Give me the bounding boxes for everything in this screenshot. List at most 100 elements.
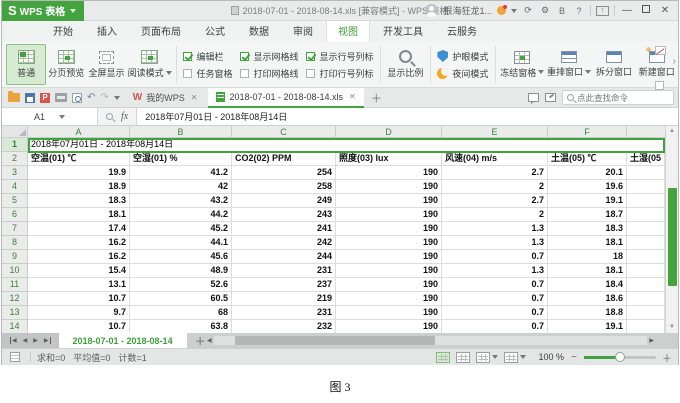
- column-header[interactable]: D: [336, 126, 442, 138]
- row-header[interactable]: 8: [2, 236, 28, 250]
- tray-upload-icon[interactable]: ↑: [596, 6, 609, 16]
- tab-insert[interactable]: 插入: [86, 20, 128, 42]
- scroll-up-icon[interactable]: ▲: [669, 126, 675, 136]
- cell[interactable]: 2: [442, 180, 548, 194]
- maximize-button[interactable]: [639, 5, 653, 16]
- cell[interactable]: 15.4: [28, 264, 130, 278]
- column-header[interactable]: B: [130, 126, 232, 138]
- cell[interactable]: 空湿(01) %: [130, 152, 232, 166]
- cell[interactable]: 0.7: [442, 278, 548, 292]
- cell[interactable]: [627, 166, 665, 180]
- open-folder-icon[interactable]: [8, 93, 20, 102]
- cell[interactable]: [627, 320, 665, 333]
- cell[interactable]: 68: [130, 306, 232, 320]
- close-icon[interactable]: ✕: [191, 93, 198, 102]
- help-icon[interactable]: ?: [573, 6, 585, 16]
- cell[interactable]: 43.2: [130, 194, 232, 208]
- cell[interactable]: 18.7: [548, 208, 627, 222]
- user-name[interactable]: 恨海狂龙1...: [443, 4, 492, 17]
- cell[interactable]: 190: [336, 306, 442, 320]
- tab-page-layout[interactable]: 页面布局: [130, 20, 192, 42]
- scroll-left-icon[interactable]: ◀: [207, 337, 212, 344]
- cell[interactable]: 18.3: [28, 194, 130, 208]
- h-scroll-thumb[interactable]: [235, 336, 435, 345]
- tab-formulas[interactable]: 公式: [194, 20, 236, 42]
- column-header[interactable]: E: [442, 126, 548, 138]
- cell[interactable]: 243: [232, 208, 336, 222]
- view-page-break-button[interactable]: [456, 352, 470, 363]
- checkbox-show-gridlines[interactable]: 显示网格线: [240, 50, 298, 63]
- checkbox-show-headings[interactable]: 显示行号列标: [306, 50, 373, 63]
- cell[interactable]: 空温(01) ℃: [28, 152, 130, 166]
- formula-input[interactable]: 2018年07月01日 - 2018年08月14日: [137, 108, 678, 125]
- minimize-button[interactable]: —: [620, 5, 634, 16]
- cell[interactable]: 18.9: [28, 180, 130, 194]
- cell[interactable]: [627, 264, 665, 278]
- cell[interactable]: 19.9: [28, 166, 130, 180]
- tab-document[interactable]: 2018-07-01 - 2018-08-14.xls ✕: [208, 88, 363, 108]
- column-header-partial[interactable]: [627, 126, 665, 138]
- cell[interactable]: 242: [232, 236, 336, 250]
- row-header[interactable]: 3: [2, 166, 28, 180]
- cell[interactable]: 45.6: [130, 250, 232, 264]
- app-logo[interactable]: S WPS 表格: [2, 1, 84, 21]
- cell[interactable]: 190: [336, 264, 442, 278]
- cell[interactable]: 190: [336, 166, 442, 180]
- cell[interactable]: 18.4: [548, 278, 627, 292]
- tab-dev-tools[interactable]: 开发工具: [372, 20, 434, 42]
- row-header[interactable]: 12: [2, 292, 28, 306]
- export-pdf-icon[interactable]: P: [40, 93, 50, 103]
- eye-protection-button[interactable]: 护眼模式: [437, 50, 488, 63]
- cell[interactable]: 土温(05) ℃: [548, 152, 627, 166]
- last-sheet-icon[interactable]: ▶: [44, 337, 51, 344]
- title-cell[interactable]: 2018年07月01日 - 2018年08月14日: [28, 138, 665, 152]
- row-header[interactable]: 13: [2, 306, 28, 320]
- cell[interactable]: 41.2: [130, 166, 232, 180]
- split-window-button[interactable]: 拆分窗口: [593, 44, 636, 85]
- cell[interactable]: 0.7: [442, 320, 548, 333]
- cell[interactable]: 0.7: [442, 306, 548, 320]
- cell[interactable]: 10.7: [28, 320, 130, 333]
- column-header[interactable]: F: [548, 126, 627, 138]
- cell[interactable]: 0.7: [442, 292, 548, 306]
- cell[interactable]: 2.7: [442, 194, 548, 208]
- checkbox-print-gridlines[interactable]: 打印网格线: [240, 67, 298, 80]
- cell[interactable]: 土湿(05: [627, 152, 665, 166]
- cell[interactable]: 10.7: [28, 292, 130, 306]
- cell[interactable]: 232: [232, 320, 336, 333]
- cell[interactable]: 0.7: [442, 250, 548, 264]
- vertical-scrollbar[interactable]: ▲ ▼: [665, 126, 678, 333]
- cell[interactable]: 19.1: [548, 320, 627, 333]
- search-function-icon[interactable]: [106, 113, 113, 120]
- cell[interactable]: 244: [232, 250, 336, 264]
- tab-start[interactable]: 开始: [42, 20, 84, 42]
- redo-icon[interactable]: ↷: [100, 93, 108, 103]
- first-sheet-icon[interactable]: ◀: [10, 337, 17, 344]
- laser-pointer-icon[interactable]: [655, 46, 666, 55]
- row-header[interactable]: 5: [2, 194, 28, 208]
- print-icon[interactable]: [55, 93, 67, 102]
- checkbox-formula-bar[interactable]: 编辑栏: [183, 50, 232, 63]
- row-header[interactable]: 6: [2, 208, 28, 222]
- scroll-right-icon[interactable]: ▶: [649, 337, 654, 344]
- command-search[interactable]: [562, 90, 674, 105]
- avatar[interactable]: [425, 4, 438, 17]
- cell[interactable]: 190: [336, 194, 442, 208]
- cell[interactable]: 18.8: [548, 306, 627, 320]
- arrange-windows-button[interactable]: 重排窗口: [545, 44, 593, 85]
- sync-icon[interactable]: ⟳: [522, 5, 534, 16]
- cell[interactable]: 190: [336, 250, 442, 264]
- cell[interactable]: 17.4: [28, 222, 130, 236]
- tab-review[interactable]: 审阅: [282, 20, 324, 42]
- cell[interactable]: 2.7: [442, 166, 548, 180]
- cell[interactable]: 48.9: [130, 264, 232, 278]
- zoom-scale-button[interactable]: 显示比例: [384, 44, 426, 85]
- row-header[interactable]: 14: [2, 320, 28, 333]
- checkbox-print-headings[interactable]: 打印行号列标: [306, 67, 373, 80]
- cell[interactable]: 1.3: [442, 222, 548, 236]
- cell[interactable]: 258: [232, 180, 336, 194]
- cell[interactable]: 190: [336, 236, 442, 250]
- cell[interactable]: 13.1: [28, 278, 130, 292]
- cell[interactable]: CO2(02) PPM: [232, 152, 336, 166]
- cell[interactable]: 231: [232, 264, 336, 278]
